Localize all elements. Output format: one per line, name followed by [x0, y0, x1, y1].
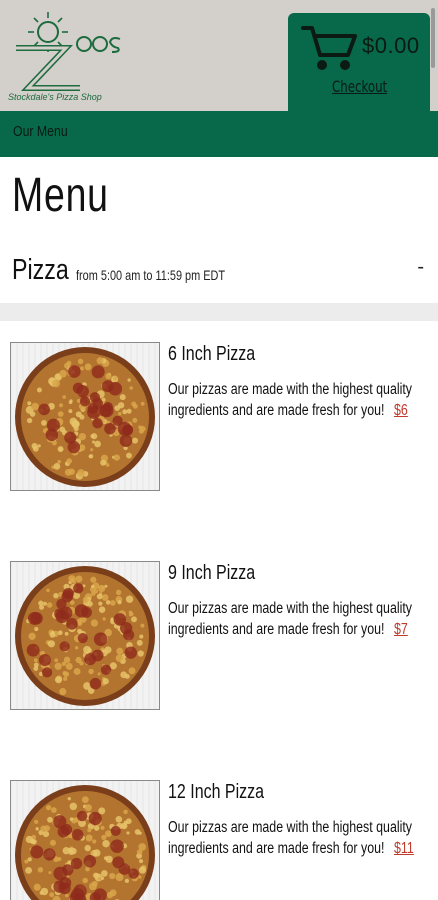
nav-item-our-menu[interactable]: Our Menu: [13, 123, 68, 140]
item-description-text: Our pizzas are made with the highest qua…: [168, 381, 412, 419]
page-title: Menu: [12, 169, 109, 222]
cart-panel[interactable]: $0.00 Checkout: [288, 13, 430, 118]
menu-item[interactable]: 6 Inch Pizza Our pizzas are made with th…: [0, 342, 438, 502]
menu-item[interactable]: 12 Inch Pizza Our pizzas are made with t…: [0, 780, 438, 900]
item-description: Our pizzas are made with the highest qua…: [168, 817, 424, 859]
item-description: Our pizzas are made with the highest qua…: [168, 379, 424, 421]
pepperoni-pizza-photo: [11, 781, 159, 900]
cart-total: $0.00: [362, 33, 420, 58]
logo-tagline: Stockdale's Pizza Shop: [8, 92, 102, 102]
pepperoni-pizza-photo: [11, 343, 159, 490]
section-title: Pizza: [12, 254, 69, 286]
menu-section-header[interactable]: Pizza from 5:00 am to 11:59 pm EDT -: [12, 254, 426, 294]
zoos-sun-logo-icon: Stockdale's Pizza Shop: [8, 12, 121, 102]
collapse-toggle[interactable]: -: [417, 256, 424, 279]
main-nav: Our Menu: [0, 111, 438, 157]
pepperoni-pizza-photo: [11, 562, 159, 709]
section-hours: from 5:00 am to 11:59 pm EDT: [76, 267, 226, 283]
item-name[interactable]: 12 Inch Pizza: [168, 781, 264, 804]
menu-item[interactable]: 9 Inch Pizza Our pizzas are made with th…: [0, 561, 438, 721]
item-price[interactable]: $7: [394, 621, 408, 638]
pizza-image[interactable]: [10, 780, 160, 900]
pizza-image[interactable]: [10, 561, 160, 710]
item-price[interactable]: $11: [394, 840, 414, 857]
section-divider: [0, 303, 438, 321]
item-name[interactable]: 6 Inch Pizza: [168, 343, 255, 366]
zoos-logo[interactable]: Stockdale's Pizza Shop: [8, 6, 126, 106]
pizza-image[interactable]: [10, 342, 160, 491]
checkout-link[interactable]: Checkout: [332, 77, 387, 96]
item-name[interactable]: 9 Inch Pizza: [168, 562, 255, 585]
scrollbar[interactable]: [431, 8, 435, 68]
item-description-text: Our pizzas are made with the highest qua…: [168, 600, 412, 638]
item-description-text: Our pizzas are made with the highest qua…: [168, 819, 412, 857]
item-price[interactable]: $6: [394, 402, 408, 419]
item-description: Our pizzas are made with the highest qua…: [168, 598, 424, 640]
shopping-cart-icon[interactable]: [300, 23, 358, 73]
site-header: Stockdale's Pizza Shop $0.00 Checkout: [0, 0, 438, 118]
